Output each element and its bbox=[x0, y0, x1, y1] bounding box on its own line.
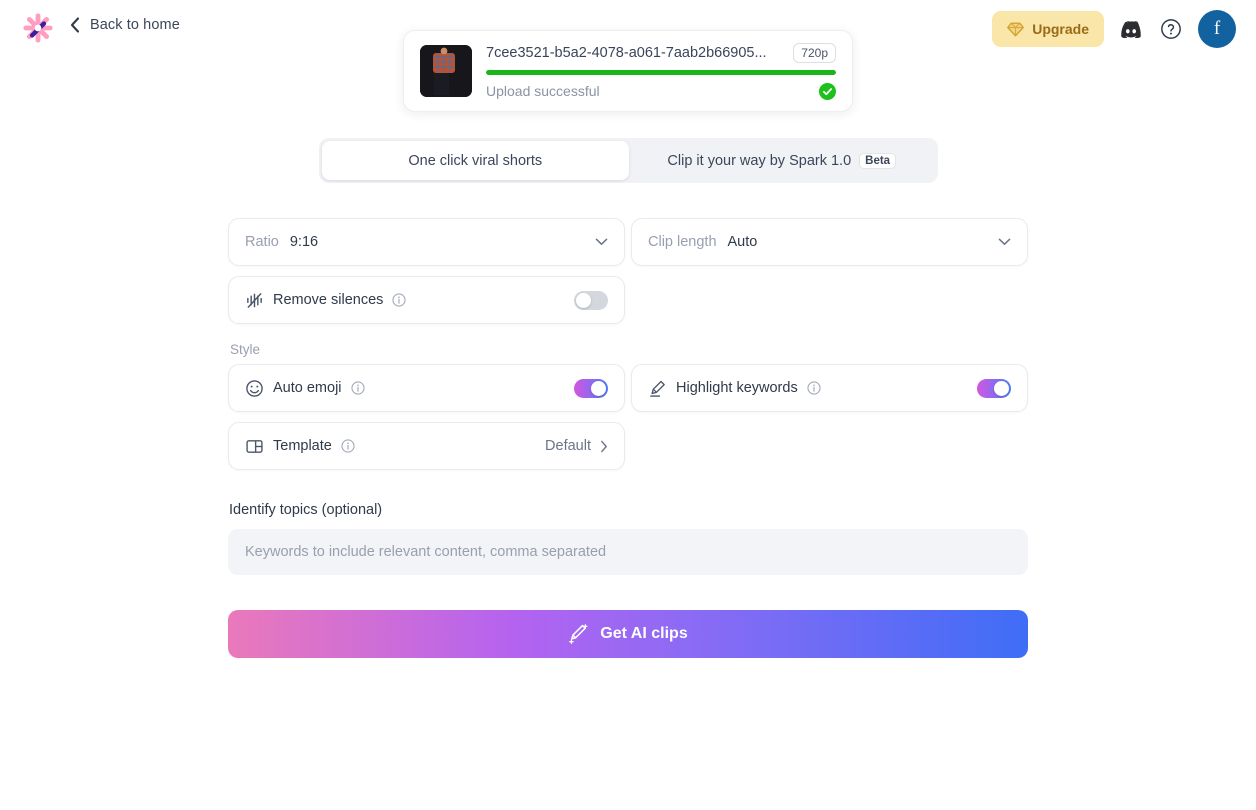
upload-progress-track bbox=[486, 69, 836, 75]
style-row: Auto emoji Highlight keywords bbox=[228, 364, 1028, 412]
upgrade-button[interactable]: Upgrade bbox=[992, 11, 1104, 47]
remove-silences-left: Remove silences bbox=[245, 291, 574, 310]
upload-status-card: 7cee3521-b5a2-4078-a061-7aab2b66905... 7… bbox=[403, 30, 853, 112]
settings-panel: Ratio 9:16 Clip length Auto Remove silen… bbox=[228, 218, 1028, 658]
remove-silences-row[interactable]: Remove silences bbox=[228, 276, 625, 324]
tab-label: One click viral shorts bbox=[408, 152, 543, 169]
upload-status-text: Upload successful bbox=[486, 83, 600, 99]
help-circle-icon bbox=[1161, 19, 1181, 39]
info-icon[interactable] bbox=[392, 293, 407, 307]
remove-silences-toggle[interactable] bbox=[574, 290, 608, 310]
beta-badge: Beta bbox=[859, 152, 897, 169]
back-to-home-label: Back to home bbox=[90, 17, 180, 33]
video-thumbnail-image bbox=[420, 45, 472, 97]
template-label: Template bbox=[273, 438, 332, 454]
clip-length-dropdown[interactable]: Clip length Auto bbox=[631, 218, 1028, 266]
identify-topics-label: Identify topics (optional) bbox=[229, 502, 383, 518]
magic-wand-sparkle-icon bbox=[569, 623, 588, 644]
chevron-left-icon bbox=[70, 17, 80, 33]
highlight-keywords-row[interactable]: Highlight keywords bbox=[631, 364, 1028, 412]
upgrade-label: Upgrade bbox=[1032, 21, 1089, 37]
auto-emoji-left: Auto emoji bbox=[245, 379, 574, 398]
clip-length-label: Clip length bbox=[648, 234, 717, 250]
ratio-dropdown[interactable]: Ratio 9:16 bbox=[228, 218, 625, 266]
toggle-knob bbox=[576, 292, 591, 308]
user-avatar[interactable]: f bbox=[1198, 10, 1236, 48]
tab-clip-it-your-way[interactable]: Clip it your way by Spark 1.0 Beta bbox=[629, 141, 936, 180]
highlight-keywords-toggle[interactable] bbox=[977, 378, 1011, 398]
check-circle-icon bbox=[819, 82, 836, 100]
header-actions: Upgrade f bbox=[992, 10, 1236, 48]
tab-one-click-viral-shorts[interactable]: One click viral shorts bbox=[322, 141, 629, 180]
sparkle-wand-logo[interactable] bbox=[22, 12, 54, 44]
chevron-down-icon bbox=[595, 238, 608, 245]
remove-silences-label: Remove silences bbox=[273, 292, 384, 308]
help-button[interactable] bbox=[1158, 16, 1184, 42]
ratio-value: 9:16 bbox=[289, 234, 319, 250]
chevron-down-icon bbox=[998, 238, 1011, 245]
clip-length-value: Auto bbox=[727, 234, 758, 250]
smiley-face-icon bbox=[246, 379, 263, 397]
template-left: Template bbox=[245, 437, 545, 456]
auto-emoji-row[interactable]: Auto emoji bbox=[228, 364, 625, 412]
upload-filename: 7cee3521-b5a2-4078-a061-7aab2b66905... bbox=[486, 44, 767, 61]
discord-button[interactable] bbox=[1118, 16, 1144, 42]
video-thumbnail bbox=[420, 45, 472, 97]
auto-emoji-label: Auto emoji bbox=[273, 380, 342, 396]
highlighter-pen-icon bbox=[650, 380, 665, 397]
auto-emoji-toggle[interactable] bbox=[574, 378, 608, 398]
info-icon[interactable] bbox=[350, 381, 365, 395]
highlight-keywords-label: Highlight keywords bbox=[676, 380, 798, 396]
chevron-right-icon bbox=[601, 440, 607, 452]
get-ai-clips-label: Get AI clips bbox=[600, 625, 688, 642]
highlight-keywords-left: Highlight keywords bbox=[648, 379, 977, 398]
resolution-badge: 720p bbox=[793, 42, 836, 63]
style-section-label: Style bbox=[230, 342, 261, 357]
upload-progress-fill bbox=[486, 69, 836, 75]
upload-details: 7cee3521-b5a2-4078-a061-7aab2b66905... 7… bbox=[486, 42, 836, 100]
toggle-knob bbox=[591, 380, 606, 396]
template-value: Default bbox=[545, 438, 591, 454]
info-icon[interactable] bbox=[341, 439, 355, 453]
mode-tabs: One click viral shorts Clip it your way … bbox=[319, 138, 938, 183]
layout-panels-icon bbox=[246, 439, 263, 453]
get-ai-clips-button[interactable]: Get AI clips bbox=[228, 610, 1028, 658]
tab-label: Clip it your way by Spark 1.0 bbox=[667, 152, 852, 169]
back-to-home-link[interactable]: Back to home bbox=[70, 17, 180, 33]
diamond-icon bbox=[1007, 22, 1025, 36]
audio-waveform-muted-icon bbox=[247, 292, 262, 308]
template-row[interactable]: Template Default bbox=[228, 422, 625, 470]
upload-header-row: 7cee3521-b5a2-4078-a061-7aab2b66905... 7… bbox=[486, 42, 836, 63]
ratio-label: Ratio bbox=[245, 234, 279, 250]
check-icon bbox=[822, 87, 833, 95]
toggle-knob bbox=[994, 380, 1009, 396]
identify-topics-input[interactable] bbox=[228, 529, 1028, 575]
upload-status-row: Upload successful bbox=[486, 82, 836, 100]
discord-icon bbox=[1121, 20, 1141, 38]
dropdown-row: Ratio 9:16 Clip length Auto bbox=[228, 218, 1028, 266]
info-icon[interactable] bbox=[807, 381, 821, 395]
